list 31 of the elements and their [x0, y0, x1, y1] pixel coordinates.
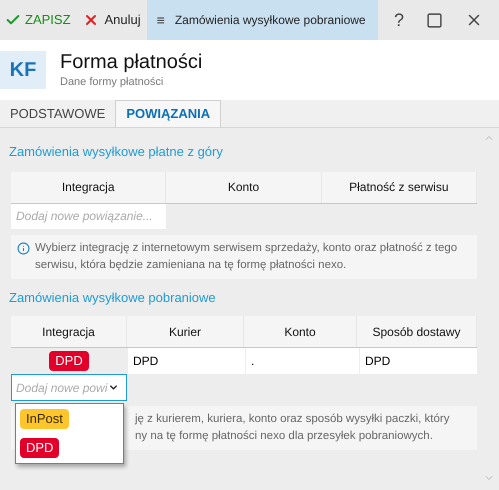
- page-title: Forma płatności: [60, 50, 202, 74]
- cancel-button[interactable]: Anuluj: [76, 0, 147, 40]
- tab[interactable]: PODSTAWOWE: [0, 100, 116, 127]
- column-header[interactable]: Integracja: [11, 172, 166, 202]
- section-title: Zamówienia wysyłkowe płatne z góry: [9, 143, 224, 161]
- table-cell: .: [246, 348, 359, 374]
- add-binding-field[interactable]: Dodaj nowe powiązanie...: [11, 204, 166, 228]
- column-header[interactable]: Kurier: [127, 316, 244, 347]
- column-header[interactable]: Sposób dostawy: [357, 316, 477, 347]
- column-header[interactable]: Integracja: [11, 316, 127, 347]
- table-cell: DPD: [360, 348, 477, 374]
- dropdown-option[interactable]: InPost: [20, 409, 69, 429]
- section-title: Zamówienia wysyłkowe pobraniowe: [9, 288, 217, 307]
- save-button[interactable]: ZAPISZ: [0, 0, 77, 40]
- window-title: Zamówienia wysyłkowe pobraniowe: [174, 12, 366, 29]
- table-cell: DPD: [128, 348, 245, 374]
- info-text: ny na tę formę płatności nexo dla przesyłek pobraniowych.: [135, 429, 434, 444]
- column-header[interactable]: Konto: [244, 316, 357, 347]
- courier-tag: DPD: [49, 351, 89, 371]
- column-header[interactable]: Płatność z serwisu: [322, 172, 477, 202]
- info-text: Wybierz integrację z internetowym serwisem sprzedaży, konto oraz płatność z tego serwisu, która będzie zamieniana na tę formę płatności nexo.: [35, 240, 458, 272]
- help-button[interactable]: ?: [394, 6, 404, 34]
- tab[interactable]: POWIĄZANIA: [115, 100, 222, 127]
- maximize-icon[interactable]: [426, 12, 443, 28]
- page-subtitle: Dane formy płatności: [60, 74, 164, 90]
- menu-glyph[interactable]: ≡: [156, 10, 165, 30]
- dropdown-option[interactable]: DPD: [20, 438, 60, 458]
- info-icon: [17, 242, 30, 254]
- initials-avatar: KF: [0, 51, 46, 89]
- info-text: ję z kurierem, kuriera, konto oraz sposób wysyłki paczki, który: [135, 412, 450, 427]
- column-header[interactable]: Konto: [166, 172, 322, 202]
